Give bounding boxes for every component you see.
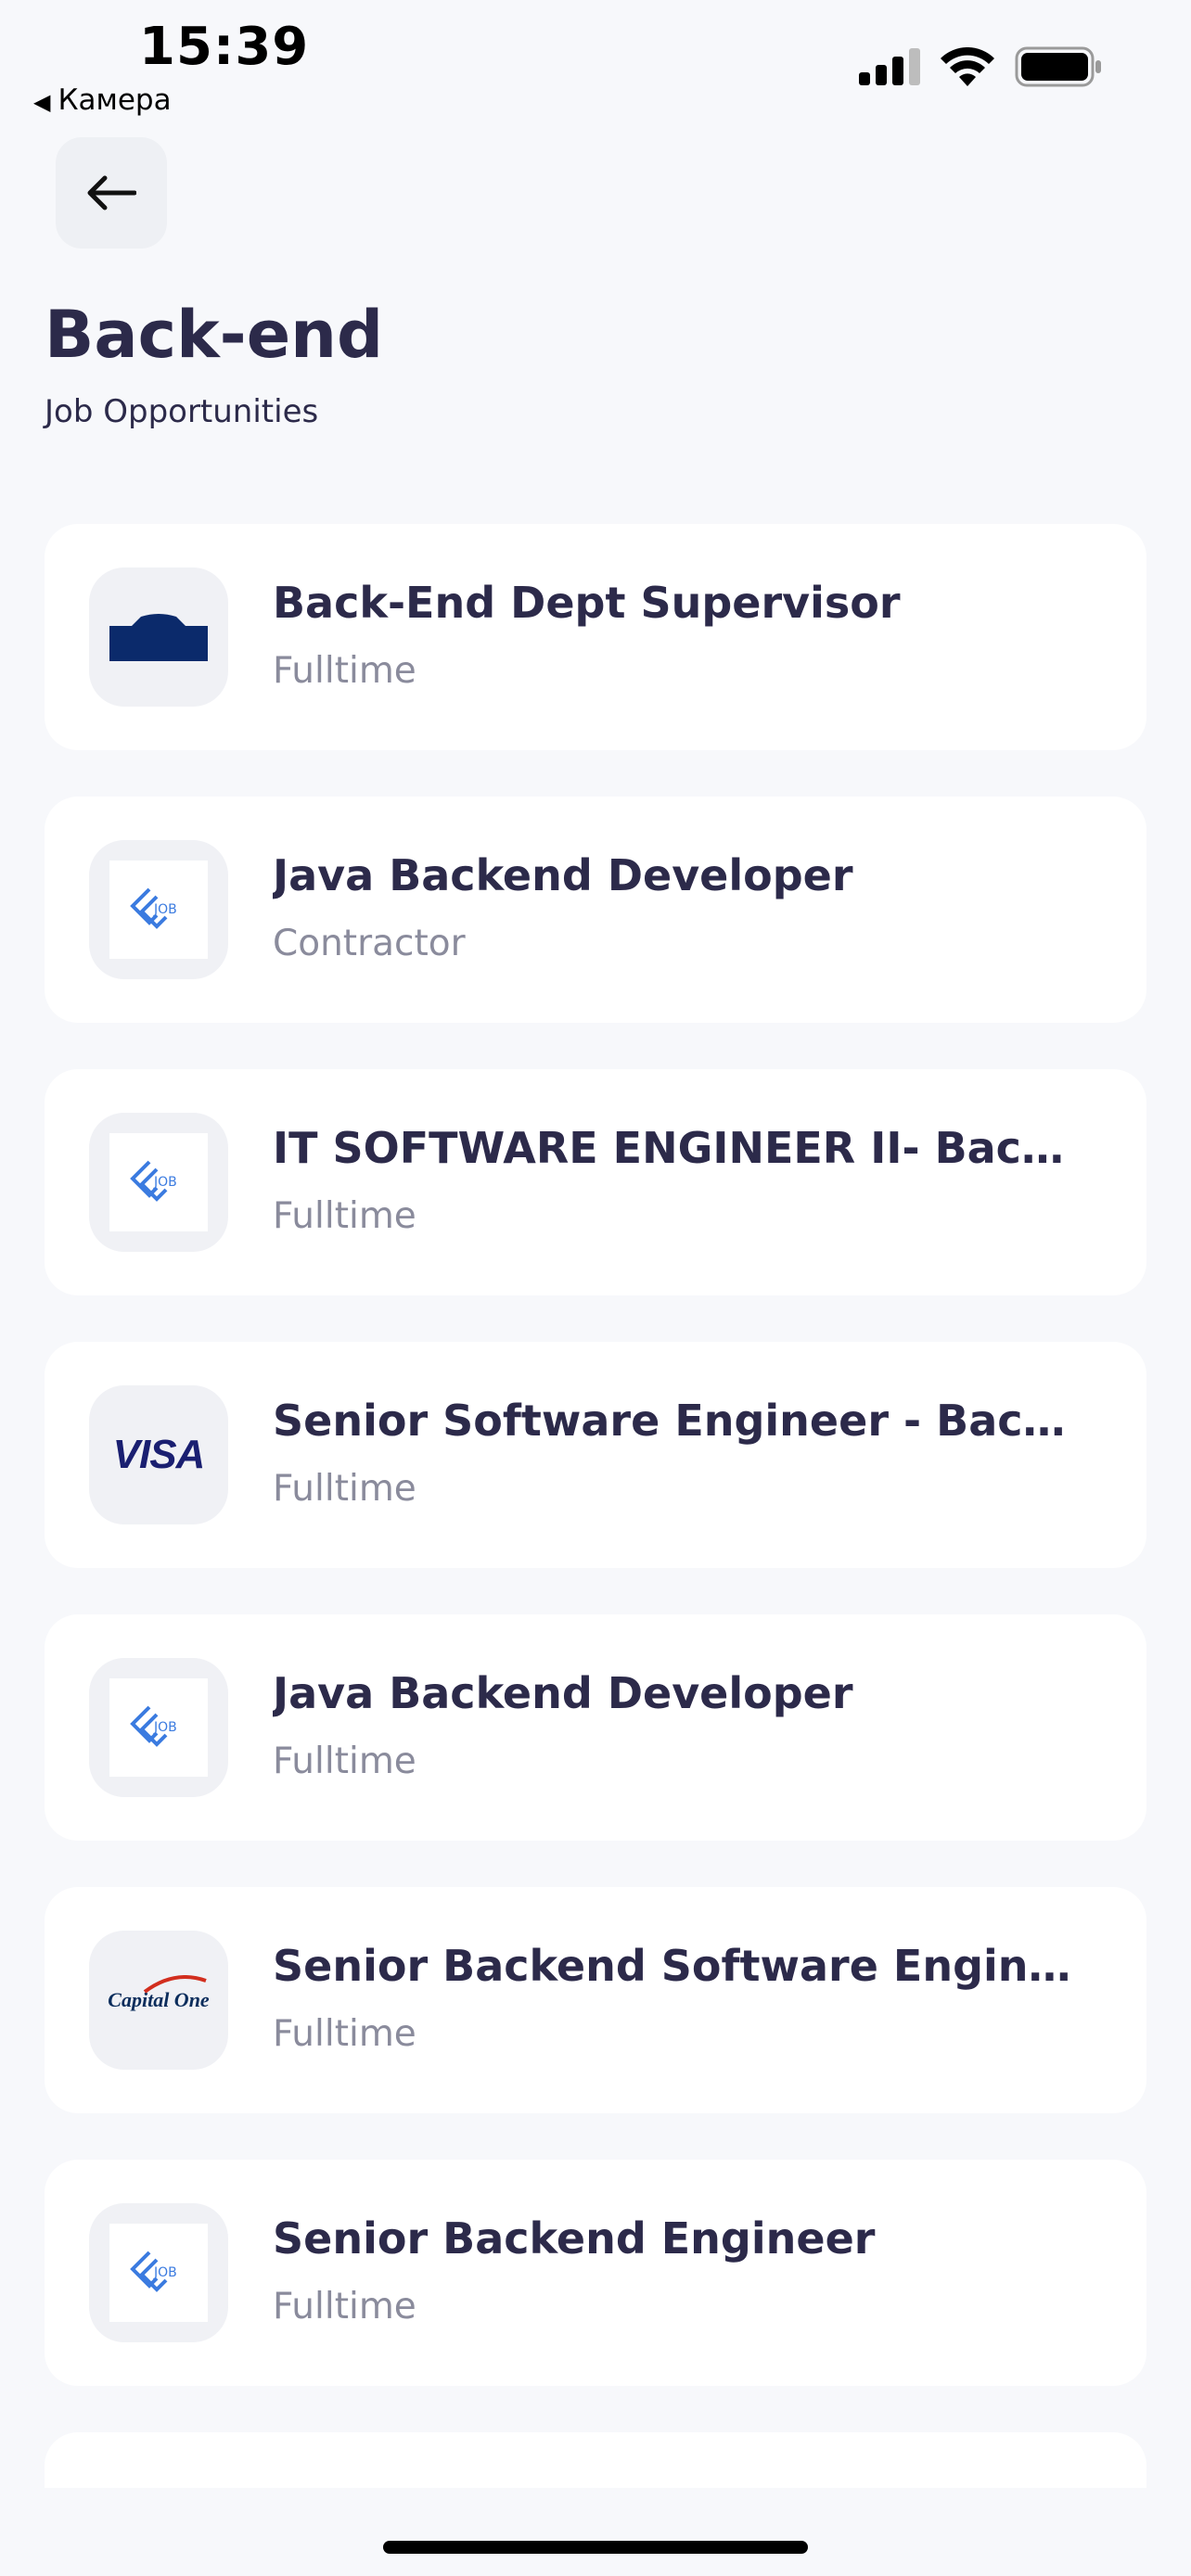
job-title: Senior Software Engineer - Back-End [273, 1396, 1089, 1446]
job-type: Fulltime [273, 1468, 416, 1510]
job-list: Back-End Dept Supervisor Fulltime JOB Ja… [45, 524, 1146, 2488]
job-card-partial[interactable] [45, 2432, 1146, 2488]
back-app-label: Камера [58, 83, 172, 117]
job-card[interactable]: JOB Java Backend Developer Fulltime [45, 1614, 1146, 1841]
company-logo: JOB [89, 2203, 228, 2342]
cellular-signal-icon [859, 48, 920, 85]
back-triangle-icon: ◀ [33, 89, 51, 115]
job-title: IT SOFTWARE ENGINEER II- Back-End [273, 1123, 1089, 1173]
job-type: Fulltime [273, 1741, 416, 1782]
job-logo-icon: JOB [130, 1160, 177, 1202]
status-bar: 15:39 ◀ Камера [0, 0, 1191, 130]
job-type: Fulltime [273, 650, 416, 692]
back-button[interactable] [56, 137, 167, 249]
company-logo: Capital One [89, 1931, 228, 2070]
job-title: Back-End Dept Supervisor [273, 578, 901, 628]
company-logo: VISA [89, 1385, 228, 1524]
wifi-icon [941, 47, 994, 86]
page-subtitle: Job Opportunities [45, 393, 319, 430]
home-indicator[interactable] [383, 2541, 808, 2554]
visa-logo: VISA [112, 1432, 206, 1477]
job-card[interactable]: JOB Java Backend Developer Contractor [45, 797, 1146, 1023]
job-type: Fulltime [273, 1195, 416, 1237]
job-title: Senior Backend Engineer [273, 2213, 876, 2264]
job-card[interactable]: Back-End Dept Supervisor Fulltime [45, 524, 1146, 750]
company-logo: JOB [89, 1658, 228, 1797]
arrow-left-icon [87, 175, 136, 210]
job-title: Senior Backend Software Engineer [273, 1941, 1089, 1991]
job-type: Fulltime [273, 2286, 416, 2327]
job-type: Contractor [273, 923, 466, 964]
job-logo-text: JOB [153, 902, 177, 917]
job-card[interactable]: VISA Senior Software Engineer - Back-End… [45, 1342, 1146, 1568]
job-card[interactable]: Capital One Senior Backend Software Engi… [45, 1887, 1146, 2113]
company-logo: JOB [89, 1113, 228, 1252]
page-title: Back-end [45, 297, 384, 373]
job-card[interactable]: JOB IT SOFTWARE ENGINEER II- Back-End Fu… [45, 1069, 1146, 1295]
status-icons [859, 46, 1102, 87]
company-logo [89, 567, 228, 707]
company-logo: JOB [89, 840, 228, 979]
job-title: Java Backend Developer [273, 1668, 853, 1718]
job-logo-icon: JOB [130, 2251, 177, 2292]
back-to-app-link[interactable]: ◀ Камера [33, 83, 172, 117]
capital-one-swoosh-icon [144, 1975, 207, 1994]
job-logo-text: JOB [153, 2265, 177, 2280]
job-logo-icon: JOB [130, 1705, 177, 1747]
building-logo-icon [109, 614, 208, 661]
job-type: Fulltime [273, 2013, 416, 2055]
status-time: 15:39 [139, 17, 310, 77]
battery-icon [1015, 46, 1101, 87]
job-title: Java Backend Developer [273, 850, 853, 900]
job-card[interactable]: JOB Senior Backend Engineer Fulltime [45, 2160, 1146, 2386]
capital-one-logo: Capital One [108, 1975, 210, 2012]
job-logo-icon: JOB [130, 887, 177, 929]
job-logo-text: JOB [153, 1720, 177, 1735]
job-logo-text: JOB [153, 1175, 177, 1190]
